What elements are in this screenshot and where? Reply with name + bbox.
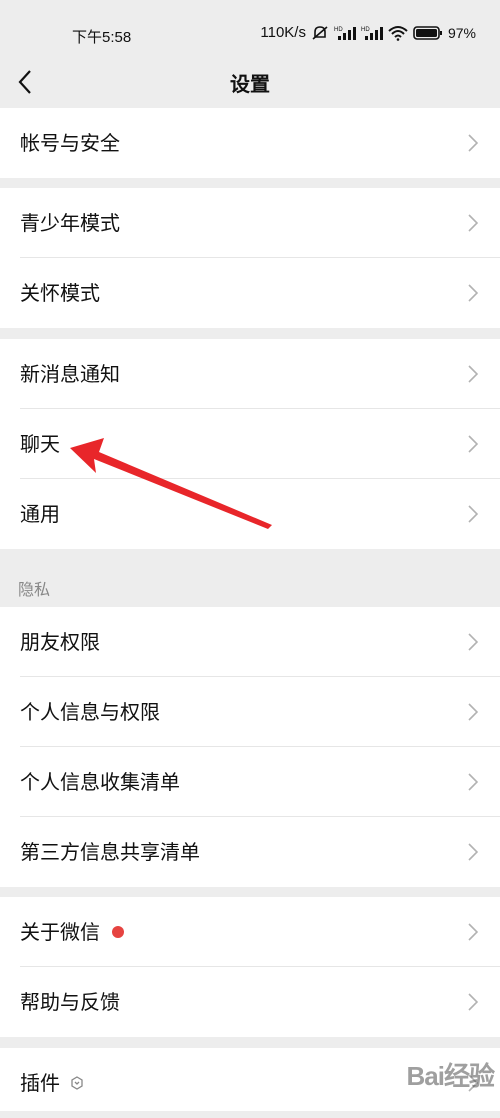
settings-item-label-wrap: 插件 — [20, 1069, 84, 1097]
chevron-right-icon — [468, 843, 478, 861]
settings-item-teen-mode[interactable]: 青少年模式 — [0, 188, 500, 258]
settings-group-account: 帐号与安全 — [0, 108, 500, 178]
settings-item-friend-permissions[interactable]: 朋友权限 — [0, 607, 500, 677]
chevron-right-icon — [468, 703, 478, 721]
settings-item-notifications[interactable]: 新消息通知 — [0, 339, 500, 409]
chevron-right-icon — [468, 435, 478, 453]
plugin-icon — [71, 1075, 83, 1090]
settings-item-label: 个人信息与权限 — [20, 700, 160, 724]
settings-item-label: 聊天 — [20, 432, 60, 456]
settings-group-modes: 青少年模式 关怀模式 — [0, 188, 500, 328]
page-title: 设置 — [230, 72, 270, 96]
chevron-right-icon — [468, 365, 478, 383]
status-bar: 下午5:58 110K/s HD HD 97% — [0, 0, 500, 60]
settings-group-privacy: 朋友权限 个人信息与权限 个人信息收集清单 第三方信息共享清单 — [0, 607, 500, 887]
settings-group-about: 关于微信 帮助与反馈 — [0, 897, 500, 1037]
settings-item-label: 关于微信 — [20, 920, 100, 944]
settings-item-label: 通用 — [20, 502, 60, 526]
signal-icon-2: HD — [361, 26, 383, 40]
settings-item-chat[interactable]: 聊天 — [0, 409, 500, 479]
settings-item-general[interactable]: 通用 — [0, 479, 500, 549]
settings-item-label: 第三方信息共享清单 — [20, 840, 200, 864]
settings-item-personal-info-permissions[interactable]: 个人信息与权限 — [0, 677, 500, 747]
settings-item-third-party-sharing[interactable]: 第三方信息共享清单 — [0, 817, 500, 887]
settings-item-label: 新消息通知 — [20, 362, 120, 386]
chevron-right-icon — [468, 284, 478, 302]
settings-item-help-feedback[interactable]: 帮助与反馈 — [0, 967, 500, 1037]
svg-text:HD: HD — [361, 27, 370, 33]
watermark-logo: Bai经验 — [406, 1061, 495, 1091]
network-speed: 110K/s — [260, 24, 306, 41]
settings-item-label-wrap: 关于微信 — [20, 918, 124, 946]
signal-icon: HD — [334, 26, 356, 40]
settings-item-label: 青少年模式 — [20, 211, 120, 235]
settings-item-label: 关怀模式 — [20, 281, 100, 305]
settings-item-label: 帮助与反馈 — [20, 990, 120, 1014]
wifi-icon — [388, 25, 408, 41]
section-label-privacy: 隐私 — [18, 580, 51, 599]
red-dot-badge — [112, 925, 124, 938]
chevron-right-icon — [468, 773, 478, 791]
svg-text:HD: HD — [334, 27, 343, 33]
battery-percent: 97% — [447, 24, 476, 41]
settings-item-about-wechat[interactable]: 关于微信 — [0, 897, 500, 967]
status-time: 下午5:58 — [72, 29, 132, 46]
chevron-right-icon — [468, 214, 478, 232]
settings-item-care-mode[interactable]: 关怀模式 — [0, 258, 500, 328]
settings-item-personal-info-list[interactable]: 个人信息收集清单 — [0, 747, 500, 817]
settings-item-label: 个人信息收集清单 — [20, 770, 180, 794]
chevron-right-icon — [468, 923, 478, 941]
battery-icon — [413, 25, 442, 40]
status-icons: 110K/s HD HD 97% — [260, 24, 476, 41]
nav-bar: 设置 — [0, 60, 500, 106]
settings-item-label: 插件 — [20, 1071, 60, 1095]
chevron-right-icon — [468, 993, 478, 1011]
mute-bell-icon — [312, 25, 328, 40]
chevron-right-icon — [468, 134, 478, 152]
settings-group-general: 新消息通知 聊天 通用 — [0, 339, 500, 549]
chevron-right-icon — [468, 505, 478, 523]
settings-item-account-security[interactable]: 帐号与安全 — [0, 108, 500, 178]
settings-item-label: 帐号与安全 — [20, 131, 120, 155]
chevron-right-icon — [468, 633, 478, 651]
settings-item-label: 朋友权限 — [20, 630, 100, 654]
